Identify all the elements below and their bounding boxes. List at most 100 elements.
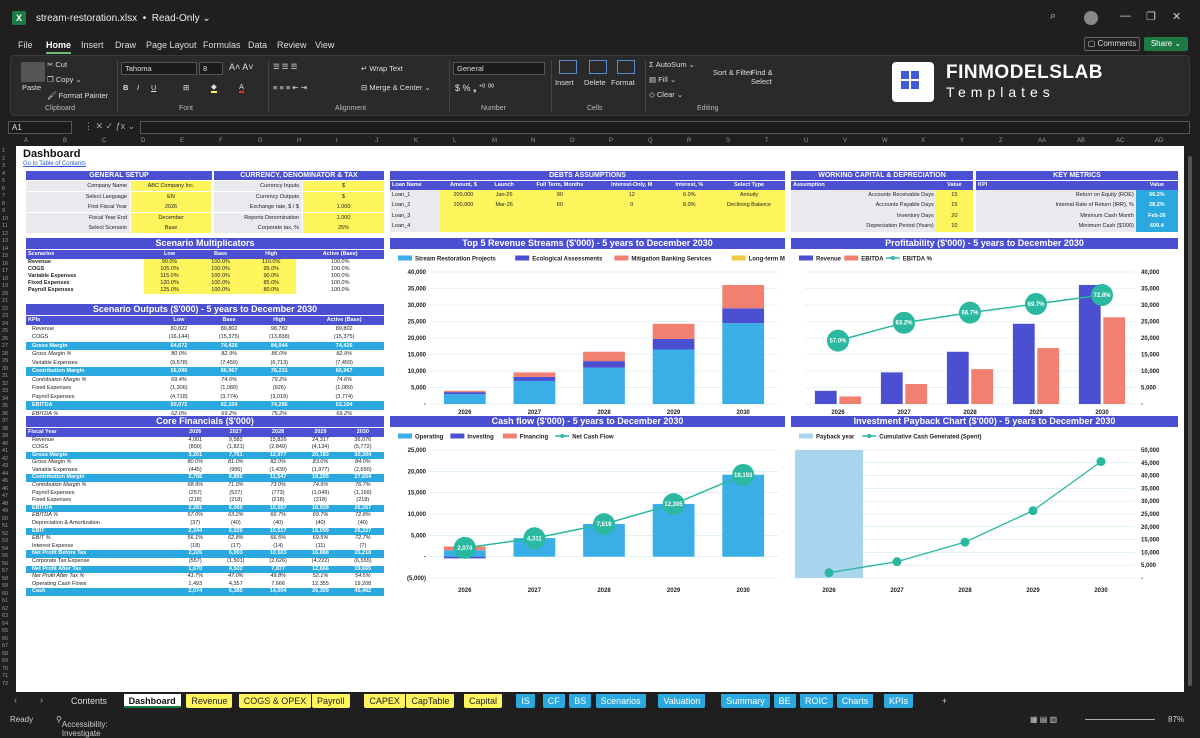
table-cell[interactable]: 12,666 [299, 565, 342, 574]
table-cell[interactable]: 9,582 [215, 437, 257, 445]
table-cell[interactable]: (1,306) [154, 384, 204, 393]
wrap-text-button[interactable]: ↵ Wrap Text [361, 64, 403, 73]
sheet-tab-summary[interactable]: Summary [721, 694, 770, 708]
table-cell[interactable]: 1,670 [175, 565, 215, 574]
table-cell[interactable]: Minimum Cash Month [976, 210, 1136, 221]
row-header[interactable]: 27 [2, 343, 8, 349]
table-cell[interactable]: (445) [176, 467, 215, 475]
table-cell[interactable]: 49.8% [257, 573, 299, 581]
column-header[interactable]: T [765, 138, 769, 144]
table-cell[interactable]: 7,761 [214, 451, 257, 460]
table-cell[interactable]: 1,493 [176, 581, 215, 589]
table-cell[interactable]: 12,355 [299, 581, 341, 589]
setting-value[interactable]: 25% [303, 223, 384, 233]
table-cell[interactable]: Payroll Expenses [26, 287, 144, 294]
sheet-tab-captable[interactable]: CapTable [406, 694, 455, 708]
column-header[interactable]: Z [999, 138, 1003, 144]
table-cell[interactable]: (40) [257, 520, 299, 528]
toc-link[interactable]: Go to Table of Contents [23, 161, 86, 167]
row-header[interactable]: 60 [2, 591, 8, 597]
table-cell[interactable]: (15,375) [304, 333, 384, 342]
table-cell[interactable]: Revenue [26, 437, 176, 445]
table-cell[interactable]: 100.0% [296, 280, 384, 287]
column-header[interactable]: X [921, 138, 925, 144]
table-cell[interactable]: Annuity [713, 189, 785, 200]
row-header[interactable]: 28 [2, 351, 8, 357]
table-cell[interactable]: 4,502 [214, 565, 257, 574]
cut-button[interactable]: ✂ Cut [47, 60, 67, 69]
column-header[interactable]: U [804, 138, 808, 144]
table-cell[interactable]: Interest Expense [26, 543, 176, 551]
table-cell[interactable]: 20 [935, 210, 973, 221]
column-header[interactable]: R [687, 138, 691, 144]
table-cell[interactable]: (17) [215, 543, 257, 551]
table-cell[interactable]: 89,802 [204, 325, 254, 334]
table-cell[interactable]: 74,426 [204, 341, 255, 350]
table-cell[interactable] [440, 221, 487, 232]
column-header[interactable]: B [63, 138, 67, 144]
table-cell[interactable]: 82.0% [257, 459, 299, 467]
table-cell[interactable]: COGS [26, 444, 176, 452]
row-header[interactable]: 9 [2, 208, 5, 214]
table-cell[interactable]: Operating Cash Flows [26, 581, 176, 589]
table-cell[interactable]: EBIT % [26, 535, 176, 543]
row-header[interactable]: 21 [2, 298, 8, 304]
column-header[interactable]: J [375, 138, 378, 144]
table-cell[interactable]: (4,222) [299, 558, 341, 566]
tab-home[interactable]: Home [46, 40, 72, 54]
prev-sheet-icon[interactable]: ‹ [14, 695, 17, 705]
row-header[interactable]: 46 [2, 486, 8, 492]
column-header[interactable]: A [24, 138, 28, 144]
row-header[interactable]: 55 [2, 553, 8, 559]
row-header[interactable]: 52 [2, 531, 8, 537]
sheet-tab-valuation[interactable]: Valuation [658, 694, 706, 708]
sheet-tab-cf[interactable]: CF [542, 694, 565, 708]
table-cell[interactable]: 45,462 [341, 588, 384, 596]
table-cell[interactable]: 10,557 [256, 504, 300, 513]
table-cell[interactable]: (2,626) [257, 558, 299, 566]
table-cell[interactable]: (4,718) [154, 393, 204, 402]
row-header[interactable]: 19 [2, 283, 8, 289]
table-cell[interactable]: 6,805 [214, 474, 257, 483]
table-cell[interactable]: 85.0% [246, 279, 297, 287]
table-cell[interactable]: 56,096 [153, 367, 205, 376]
table-cell[interactable]: 100.0% [296, 287, 384, 294]
search-icon[interactable]: ⌕ [1050, 10, 1056, 23]
sheet-tab-contents[interactable]: Contents [66, 694, 113, 708]
table-cell[interactable]: 6,020 [214, 527, 257, 536]
autosum-button[interactable]: Σ AutoSum ⌄ [649, 60, 695, 69]
table-cell[interactable]: Inventory Days [791, 210, 936, 221]
insert-cells-button[interactable]: Insert [555, 78, 574, 87]
table-cell[interactable]: 41.7% [176, 573, 215, 581]
table-cell[interactable]: (1,089) [204, 384, 254, 393]
column-header[interactable]: AC [1116, 138, 1124, 144]
row-header[interactable]: 8 [2, 201, 5, 207]
column-header[interactable]: AB [1077, 138, 1085, 144]
table-cell[interactable]: 10,517 [256, 527, 300, 536]
sheet-tab-roic[interactable]: ROIC [800, 694, 833, 708]
window-title[interactable]: stream-restoration.xlsx • Read-Only ⌄ [36, 13, 211, 24]
table-cell[interactable]: 73.0% [257, 482, 299, 490]
table-cell[interactable]: 100.0% [296, 273, 384, 280]
table-cell[interactable]: 74,286 [254, 401, 305, 410]
row-header[interactable]: 36 [2, 411, 8, 417]
sheet-tab-capital[interactable]: Capital [464, 694, 503, 708]
sheet-tab-be[interactable]: BE [773, 694, 796, 708]
add-sheet-button[interactable]: + [937, 694, 952, 708]
column-header[interactable]: K [414, 138, 418, 144]
table-cell[interactable]: 62,104 [304, 401, 384, 410]
table-cell[interactable]: 100.0% [296, 259, 384, 266]
table-cell[interactable]: 4,357 [215, 581, 257, 589]
table-cell[interactable]: COGS [26, 266, 144, 273]
table-cell[interactable] [665, 221, 714, 232]
table-cell[interactable] [713, 210, 785, 221]
table-cell[interactable]: Contribution Margin % [26, 376, 154, 385]
accessibility-status[interactable]: ⚲ Accessibility: Investigate [56, 715, 108, 738]
row-header[interactable]: 13 [2, 238, 8, 244]
row-header[interactable]: 1 [2, 148, 5, 154]
row-header[interactable]: 26 [2, 336, 8, 342]
row-header[interactable]: 50 [2, 516, 8, 522]
sheet-tab-scenarios[interactable]: Scenarios [595, 694, 646, 708]
table-cell[interactable]: (1,821) [215, 444, 257, 452]
table-cell[interactable]: Feb-26 [1135, 210, 1178, 221]
